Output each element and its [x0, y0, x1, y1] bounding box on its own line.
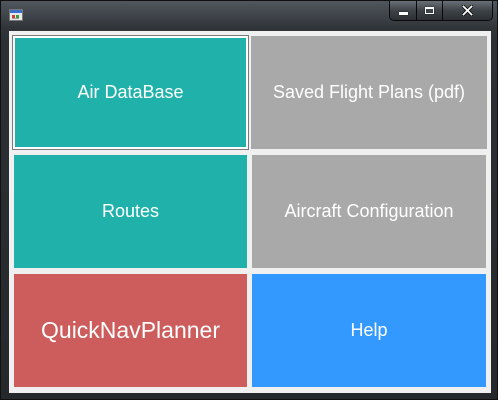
- title-bar[interactable]: [1, 1, 497, 29]
- maximize-button[interactable]: [417, 1, 443, 20]
- main-panel: Air DataBase Saved Flight Plans (pdf) Ro…: [9, 31, 491, 393]
- app-window: Air DataBase Saved Flight Plans (pdf) Ro…: [0, 0, 498, 400]
- minimize-button[interactable]: [390, 1, 417, 20]
- routes-button[interactable]: Routes: [14, 155, 247, 268]
- app-window-icon[interactable]: [9, 9, 23, 21]
- close-button[interactable]: [443, 1, 492, 20]
- close-icon: [462, 5, 473, 16]
- caption-buttons: [389, 1, 493, 21]
- quicknavplanner-button[interactable]: QuickNavPlanner: [14, 274, 247, 387]
- air-database-button[interactable]: Air DataBase: [13, 36, 248, 149]
- aircraft-configuration-button[interactable]: Aircraft Configuration: [252, 155, 486, 268]
- help-button[interactable]: Help: [252, 274, 486, 387]
- minimize-icon: [398, 12, 408, 15]
- maximize-icon: [425, 7, 434, 14]
- saved-flight-plans-button[interactable]: Saved Flight Plans (pdf): [251, 36, 487, 149]
